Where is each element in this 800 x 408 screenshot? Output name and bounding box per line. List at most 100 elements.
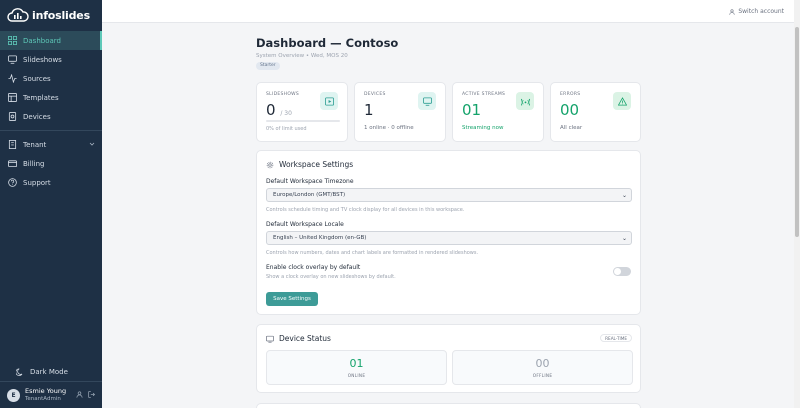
credit-card-icon <box>8 160 17 168</box>
section-title-text: Workspace Settings <box>279 160 354 169</box>
stat-sub: 1 online · 0 offline <box>364 125 414 131</box>
sidebar-item-slideshows[interactable]: Slideshows <box>0 50 102 69</box>
sidebar-item-label: Tenant <box>23 140 47 149</box>
online-status-box: 01 ONLINE <box>266 350 447 385</box>
section-title-text: Device Status <box>279 334 331 343</box>
sidebar-item-support[interactable]: Support <box>0 173 102 192</box>
offline-status-box: 00 OFFLINE <box>452 350 633 385</box>
sidebar-item-label: Devices <box>23 112 51 121</box>
activity-icon <box>8 74 17 83</box>
locale-help: Controls how numbers, dates and chart la… <box>266 250 479 256</box>
realtime-badge: REAL-TIME <box>600 334 632 342</box>
page-title: Dashboard — Contoso <box>256 36 399 50</box>
sidebar-item-label: Templates <box>23 93 59 102</box>
clock-overlay-help: Show a clock overlay on new slideshows b… <box>266 274 396 280</box>
sidebar-item-tenant[interactable]: Tenant <box>0 135 102 154</box>
sidebar-item-templates[interactable]: Templates <box>0 88 102 107</box>
device-status-title: Device Status <box>266 334 331 343</box>
brand-name: infoslides <box>32 8 90 22</box>
grid-icon <box>8 36 17 45</box>
chevron-down-icon <box>89 142 95 146</box>
device-icon <box>266 335 274 343</box>
switch-account-label: Switch account <box>738 8 784 15</box>
stat-card-errors: ERRORS 00 All clear <box>550 82 641 142</box>
sidebar-item-dashboard[interactable]: Dashboard <box>0 31 102 50</box>
page-scrollbar[interactable] <box>794 0 800 408</box>
sidebar-item-devices[interactable]: Devices <box>0 107 102 126</box>
switch-account-link[interactable]: Switch account <box>729 8 784 15</box>
stat-sub: 0% of limit used <box>266 126 307 132</box>
stat-sub: All clear <box>560 125 583 131</box>
help-circle-icon <box>8 178 17 187</box>
stat-value: 00 <box>560 101 580 119</box>
monitor-icon <box>422 96 432 106</box>
locale-select[interactable]: English – United Kingdom (en-GB) ⌄ <box>266 231 632 245</box>
user-icon <box>729 8 735 15</box>
dark-mode-toggle[interactable]: Dark Mode <box>16 368 68 376</box>
stat-card-slideshows: SLIDESHOWS 0 / 30 0% of limit used <box>256 82 348 142</box>
sidebar: infoslides Dashboard Slideshows Sources … <box>0 0 102 408</box>
user-role: TenantAdmin <box>25 396 61 402</box>
sidebar-item-label: Slideshows <box>23 55 62 64</box>
stat-icon <box>320 92 338 110</box>
locale-label: Default Workspace Locale <box>266 221 344 228</box>
limit-progress-bar <box>266 120 340 122</box>
timezone-label: Default Workspace Timezone <box>266 178 354 185</box>
stat-icon <box>418 92 436 110</box>
user-icon[interactable] <box>76 391 83 398</box>
page-subtitle: System Overview • Wed, MOS 20 <box>256 53 348 59</box>
sidebar-item-label: Dashboard <box>23 36 61 45</box>
sidebar-divider <box>0 130 102 131</box>
clock-overlay-toggle[interactable] <box>613 267 631 276</box>
sidebar-item-sources[interactable]: Sources <box>0 69 102 88</box>
stat-icon <box>613 92 631 110</box>
workspace-settings-title: Workspace Settings <box>266 160 353 169</box>
sidebar-item-label: Support <box>23 178 51 187</box>
stat-icon <box>516 92 534 110</box>
user-name: Esmie Young <box>25 387 67 395</box>
stat-card-active-streams: ACTIVE STREAMS 01 Streaming now <box>452 82 544 142</box>
brand-logo[interactable]: infoslides <box>7 7 90 23</box>
logout-icon[interactable] <box>88 391 95 398</box>
online-label: ONLINE <box>347 373 366 378</box>
user-profile: E Esmie Young TenantAdmin <box>0 381 102 408</box>
stat-label: SLIDESHOWS <box>266 92 300 97</box>
building-icon <box>8 140 17 149</box>
device-status-card: Device Status REAL-TIME 01 ONLINE 00 OFF… <box>256 324 641 393</box>
online-count: 01 <box>349 357 364 370</box>
monitor-icon <box>8 55 17 64</box>
stat-label: DEVICES <box>364 92 386 97</box>
stat-value: 0 / 30 <box>266 101 292 119</box>
stat-number: 0 <box>266 101 276 119</box>
top-bar: Switch account <box>102 0 794 23</box>
stat-label: ERRORS <box>560 92 581 97</box>
moon-icon <box>16 368 23 376</box>
stat-limit: / 30 <box>280 110 292 117</box>
chevron-down-icon: ⌄ <box>621 192 627 199</box>
sidebar-item-billing[interactable]: Billing <box>0 154 102 173</box>
workspace-settings-card: Workspace Settings Default Workspace Tim… <box>256 150 641 315</box>
chevron-down-icon: ⌄ <box>621 235 627 242</box>
offline-label: OFFLINE <box>532 373 553 378</box>
save-settings-button[interactable]: Save Settings <box>266 292 318 306</box>
play-icon <box>324 96 334 106</box>
cloud-logo-icon <box>7 8 29 22</box>
broadcast-icon <box>520 98 530 106</box>
timezone-select[interactable]: Europe/London (GMT/BST) ⌄ <box>266 188 632 202</box>
stat-sub: Streaming now <box>462 125 504 131</box>
stat-label: ACTIVE STREAMS <box>462 92 506 97</box>
timezone-help: Controls schedule timing and TV clock di… <box>266 207 465 213</box>
timezone-value: Europe/London (GMT/BST) <box>273 192 346 198</box>
sidebar-item-label: Sources <box>23 74 51 83</box>
stat-value: 1 <box>364 101 374 119</box>
avatar[interactable]: E <box>7 388 20 402</box>
gear-icon <box>266 161 274 168</box>
sidebar-item-label: Billing <box>23 159 45 168</box>
dark-mode-label: Dark Mode <box>30 368 68 376</box>
scrollbar-thumb[interactable] <box>795 27 799 237</box>
stat-value: 01 <box>462 101 482 119</box>
toggle-knob <box>614 268 621 275</box>
clock-overlay-label: Enable clock overlay by default <box>266 264 361 271</box>
warning-icon <box>617 96 627 106</box>
device-icon <box>8 112 17 121</box>
